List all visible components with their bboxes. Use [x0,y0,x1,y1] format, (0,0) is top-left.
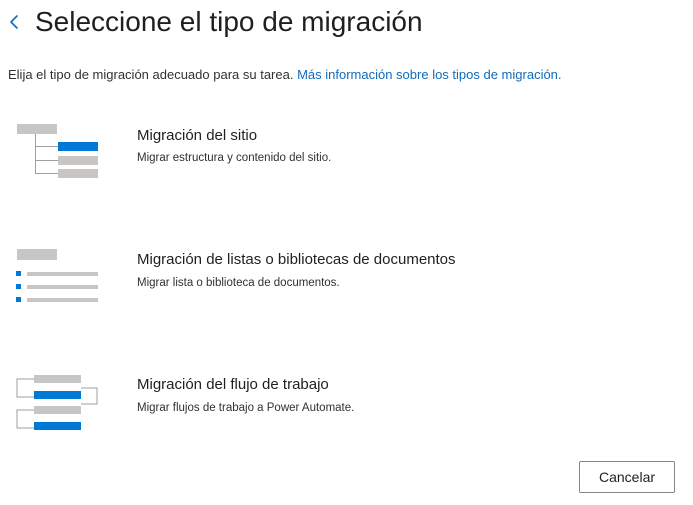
option-description: Migrar lista o biblioteca de documentos. [137,277,340,289]
intro-description: Elija el tipo de migración adecuado para… [8,67,298,82]
option-description: Migrar estructura y contenido del sitio. [137,152,332,164]
cancel-button[interactable]: Cancelar [579,461,675,493]
chevron-left-icon [10,15,18,29]
option-title: Migración del sitio [137,127,258,144]
option-title: Migración de listas o bibliotecas de doc… [137,251,456,268]
intro-text: Elija el tipo de migración adecuado para… [8,67,562,83]
option-workflow-migration[interactable]: Migración del flujo de trabajo Migrar fl… [0,370,680,460]
option-title: Migración del flujo de trabajo [137,376,329,393]
list-library-migration-icon [16,249,98,302]
back-button[interactable] [4,10,24,34]
option-list-library-migration[interactable]: Migración de listas o bibliotecas de doc… [0,245,680,335]
workflow-migration-icon [16,375,98,430]
learn-more-link[interactable]: Más información sobre los tipos de migra… [297,67,561,82]
site-migration-icon [17,124,98,178]
page-title: Seleccione el tipo de migración [35,6,423,37]
option-site-migration[interactable]: Migración del sitio Migrar estructura y … [0,120,680,210]
option-description: Migrar flujos de trabajo a Power Automat… [137,402,355,414]
